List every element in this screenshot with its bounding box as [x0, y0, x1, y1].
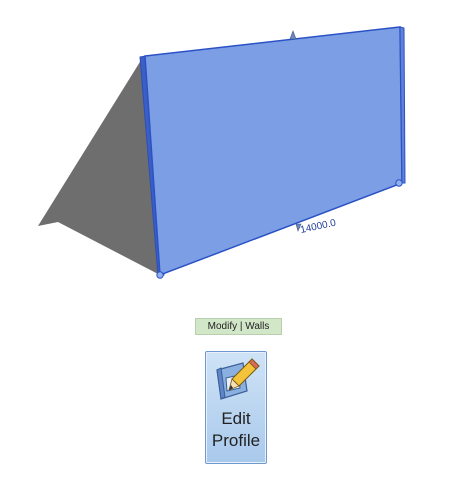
ribbon-context-tab-modify-walls[interactable]: Modify | Walls [195, 318, 282, 335]
edit-profile-label-line2: Profile [211, 431, 261, 450]
end-grip-right[interactable] [395, 179, 403, 187]
wall-face[interactable] [144, 26, 403, 277]
wall-view-canvas: 14000.0 [38, 26, 406, 279]
edit-profile-pencil-icon [216, 358, 260, 400]
top-shape-handle-icon[interactable] [289, 30, 297, 40]
end-grip-left[interactable] [156, 271, 164, 279]
edit-profile-label-line1: Edit [221, 409, 251, 428]
3d-viewport[interactable]: 14000.0 [0, 0, 474, 300]
wall-shadow [38, 57, 160, 275]
edit-profile-button[interactable]: Edit Profile [205, 351, 267, 464]
